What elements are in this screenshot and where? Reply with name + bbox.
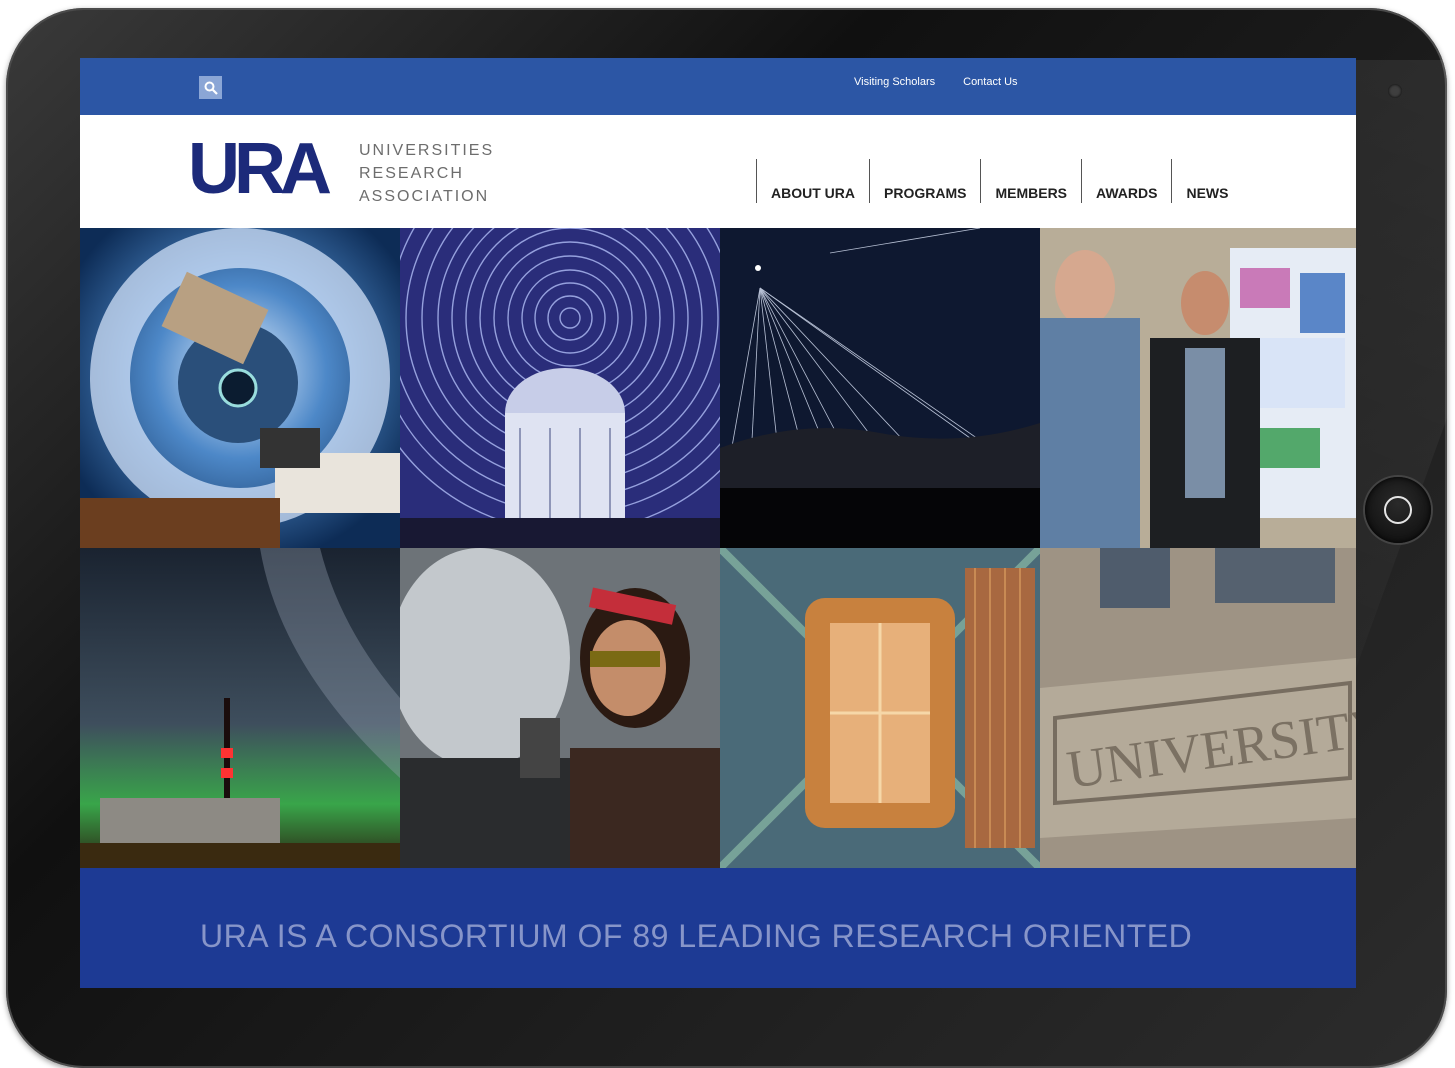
- logo-wordmark[interactable]: UNIVERSITIES RESEARCH ASSOCIATION: [359, 139, 494, 208]
- search-icon: [204, 81, 218, 95]
- mission-banner: URA IS A CONSORTIUM OF 89 LEADING RESEAR…: [80, 868, 1356, 988]
- photo-milky-way[interactable]: [80, 548, 400, 868]
- photo-university-sign[interactable]: UNIVERSITY: [1040, 548, 1356, 868]
- logo-line-1: UNIVERSITIES: [359, 142, 495, 159]
- photo-grid: UNIVERSITY: [80, 228, 1356, 868]
- banner-text: URA IS A CONSORTIUM OF 89 LEADING RESEAR…: [200, 918, 1193, 954]
- nav-awards[interactable]: AWARDS: [1081, 159, 1171, 203]
- camera-icon: [1388, 84, 1402, 98]
- top-bar: Visiting Scholars Contact Us: [80, 58, 1356, 115]
- home-button[interactable]: [1365, 477, 1431, 543]
- ura-logo-mark[interactable]: URA: [188, 133, 332, 205]
- site-header: URA UNIVERSITIES RESEARCH ASSOCIATION AB…: [80, 115, 1356, 228]
- search-button[interactable]: [199, 76, 222, 99]
- nav-news[interactable]: NEWS: [1171, 159, 1242, 203]
- photo-poster-session[interactable]: [1040, 228, 1356, 548]
- nav-members[interactable]: MEMBERS: [980, 159, 1081, 203]
- photo-lab-scientist[interactable]: [400, 548, 720, 868]
- photo-cosmic-rays[interactable]: [720, 228, 1040, 548]
- photo-star-trails[interactable]: [400, 228, 720, 548]
- link-contact-us[interactable]: Contact Us: [963, 76, 1017, 88]
- main-nav: ABOUT URA PROGRAMS MEMBERS AWARDS NEWS: [756, 159, 1242, 203]
- website-screen: Visiting Scholars Contact Us URA UNIVERS…: [80, 58, 1356, 988]
- utility-links: Visiting Scholars Contact Us: [854, 76, 1018, 88]
- logo-line-3: ASSOCIATION: [359, 188, 490, 205]
- nav-about-ura[interactable]: ABOUT URA: [756, 159, 869, 203]
- logo-line-2: RESEARCH: [359, 165, 464, 182]
- photo-detector[interactable]: [720, 548, 1040, 868]
- link-visiting-scholars[interactable]: Visiting Scholars: [854, 76, 935, 88]
- photo-gantry[interactable]: [80, 228, 400, 548]
- nav-programs[interactable]: PROGRAMS: [869, 159, 980, 203]
